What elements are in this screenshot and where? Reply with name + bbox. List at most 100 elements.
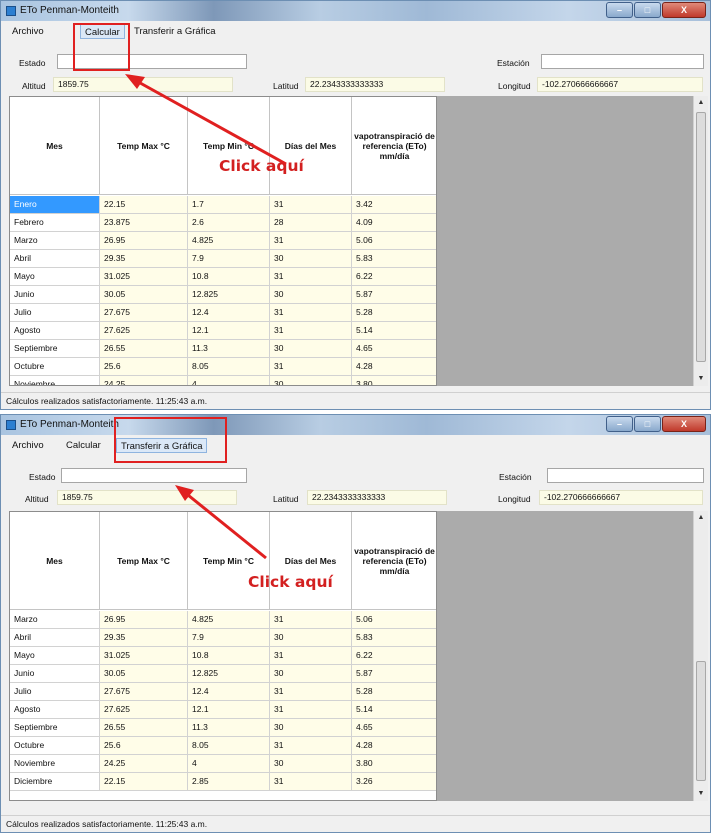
table-row-month[interactable]: Octubre [10,737,100,755]
table-cell[interactable]: 24.25 [100,376,188,385]
table-row-month[interactable]: Noviembre [10,376,100,385]
table-cell[interactable]: 28 [270,214,352,232]
table-cell[interactable]: 5.28 [352,683,436,701]
table-cell[interactable]: 4.825 [188,232,270,250]
longitud-field[interactable]: -102.270666666667 [537,77,703,92]
table-cell[interactable]: 5.06 [352,232,436,250]
column-header-2[interactable]: Temp Min °C [188,512,270,610]
column-header-0[interactable]: Mes [10,97,100,195]
table-cell[interactable]: 24.25 [100,755,188,773]
table-row-month[interactable]: Abril [10,250,100,268]
table-cell[interactable]: 1.7 [188,196,270,214]
table-cell[interactable]: 5.87 [352,665,436,683]
table-cell[interactable]: 31 [270,232,352,250]
table-cell[interactable]: 25.6 [100,358,188,376]
altitud-field[interactable]: 1859.75 [53,77,233,92]
latitud-field[interactable]: 22.2343333333333 [305,77,445,92]
table-row-month[interactable]: Agosto [10,322,100,340]
close-button[interactable]: X [662,416,706,432]
table-cell[interactable]: 31 [270,611,352,629]
scroll-up-icon[interactable]: ▲ [694,96,708,110]
table-cell[interactable]: 11.3 [188,340,270,358]
vertical-scrollbar[interactable]: ▲ ▼ [693,511,708,801]
table-cell[interactable]: 5.87 [352,286,436,304]
table-cell[interactable]: 3.42 [352,196,436,214]
table-cell[interactable]: 30 [270,719,352,737]
table-row-month[interactable]: Agosto [10,701,100,719]
altitud-field[interactable]: 1859.75 [57,490,237,505]
table-cell[interactable]: 31.025 [100,647,188,665]
table-cell[interactable]: 30 [270,376,352,385]
table-row-month[interactable]: Octubre [10,358,100,376]
table-cell[interactable]: 12.1 [188,322,270,340]
eto-data-grid[interactable]: Mes Temp Max °C Temp Min °C Días del Mes vap… [9,96,437,386]
table-cell[interactable]: 12.825 [188,665,270,683]
table-cell[interactable]: 27.625 [100,322,188,340]
column-header-4[interactable]: vapotranspiració de referencia (ETo) mm/… [352,97,436,195]
table-cell[interactable]: 30 [270,755,352,773]
scroll-thumb[interactable] [696,661,706,781]
table-row-month[interactable]: Septiembre [10,719,100,737]
table-cell[interactable]: 27.625 [100,701,188,719]
maximize-button[interactable]: □ [634,416,661,432]
longitud-field[interactable]: -102.270666666667 [539,490,703,505]
table-row-month[interactable]: Mayo [10,647,100,665]
table-cell[interactable]: 30.05 [100,286,188,304]
table-cell[interactable]: 5.06 [352,611,436,629]
table-cell[interactable]: 30 [270,629,352,647]
table-cell[interactable]: 7.9 [188,629,270,647]
table-cell[interactable]: 31 [270,683,352,701]
table-row-month[interactable]: Junio [10,286,100,304]
table-cell[interactable]: 3.26 [352,773,436,791]
table-cell[interactable]: 31 [270,773,352,791]
table-cell[interactable]: 27.675 [100,683,188,701]
table-row-month[interactable]: Enero [10,196,100,214]
scroll-down-icon[interactable]: ▼ [694,372,708,386]
table-cell[interactable]: 4.65 [352,340,436,358]
table-cell[interactable]: 31 [270,358,352,376]
table-cell[interactable]: 30 [270,665,352,683]
table-cell[interactable]: 31 [270,268,352,286]
table-cell[interactable]: 2.85 [188,773,270,791]
table-row-month[interactable]: Marzo [10,232,100,250]
table-cell[interactable]: 11.3 [188,719,270,737]
table-cell[interactable]: 4.825 [188,611,270,629]
menu-archivo[interactable]: Archivo [8,438,48,453]
table-cell[interactable]: 6.22 [352,647,436,665]
table-cell[interactable]: 27.675 [100,304,188,322]
table-cell[interactable]: 26.95 [100,611,188,629]
title-bar[interactable]: ETo Penman-Monteith – □ X [1,1,710,21]
table-cell[interactable]: 4 [188,376,270,385]
table-cell[interactable]: 26.95 [100,232,188,250]
table-cell[interactable]: 12.825 [188,286,270,304]
table-cell[interactable]: 8.05 [188,737,270,755]
table-cell[interactable]: 5.28 [352,304,436,322]
table-cell[interactable]: 5.14 [352,322,436,340]
table-cell[interactable]: 30 [270,286,352,304]
table-row-month[interactable]: Febrero [10,214,100,232]
table-row-month[interactable]: Mayo [10,268,100,286]
table-cell[interactable]: 31 [270,304,352,322]
table-cell[interactable]: 7.9 [188,250,270,268]
table-cell[interactable]: 12.4 [188,683,270,701]
table-cell[interactable]: 4.09 [352,214,436,232]
table-cell[interactable]: 31 [270,701,352,719]
table-row-month[interactable]: Noviembre [10,755,100,773]
table-cell[interactable]: 22.15 [100,773,188,791]
table-cell[interactable]: 12.1 [188,701,270,719]
table-cell[interactable]: 31 [270,196,352,214]
scroll-up-icon[interactable]: ▲ [694,511,708,525]
table-cell[interactable]: 23.875 [100,214,188,232]
table-cell[interactable]: 6.22 [352,268,436,286]
table-cell[interactable]: 31 [270,647,352,665]
table-cell[interactable]: 29.35 [100,629,188,647]
table-cell[interactable]: 4.28 [352,358,436,376]
menu-calcular[interactable]: Calcular [62,438,105,453]
scroll-thumb[interactable] [696,112,706,362]
estado-input[interactable] [61,468,247,483]
table-cell[interactable]: 4.28 [352,737,436,755]
table-row-month[interactable]: Septiembre [10,340,100,358]
vertical-scrollbar[interactable]: ▲ ▼ [693,96,708,386]
table-cell[interactable]: 4.65 [352,719,436,737]
menu-transferir-grafica[interactable]: Transferir a Gráfica [130,24,219,39]
